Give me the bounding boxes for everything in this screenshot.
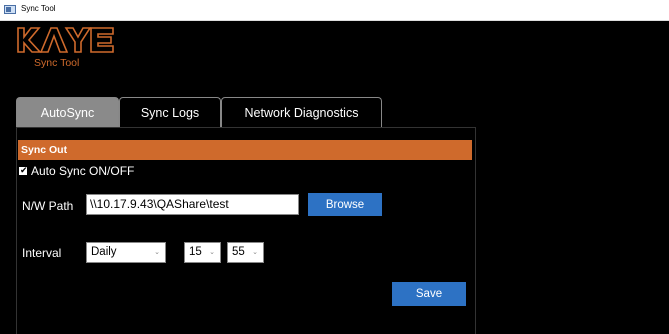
interval-hour-select[interactable]: 15 ⌄ [184, 242, 221, 263]
chevron-down-icon: ⌄ [209, 249, 215, 256]
chevron-down-icon: ⌄ [252, 249, 258, 256]
minute-value: 55 [232, 246, 245, 258]
hour-value: 15 [189, 246, 202, 258]
save-button[interactable]: Save [392, 282, 466, 306]
tab-label: Sync Logs [140, 105, 200, 120]
tab-label: Network Diagnostics [244, 105, 359, 120]
tab-network-diagnostics[interactable]: Network Diagnostics [221, 97, 382, 127]
app-window-icon [4, 5, 16, 14]
network-path-input[interactable]: \\10.17.9.43\QAShare\test [86, 194, 299, 215]
sync-out-header: Sync Out [18, 140, 472, 160]
frequency-value: Daily [91, 246, 117, 258]
check-icon: ✔ [20, 166, 28, 176]
tab-autosync[interactable]: AutoSync [16, 97, 119, 127]
interval-frequency-select[interactable]: Daily ⌄ [86, 242, 166, 263]
chevron-down-icon: ⌄ [154, 249, 160, 256]
save-label: Save [415, 288, 443, 300]
interval-label: Interval [22, 246, 62, 260]
interval-minute-select[interactable]: 55 ⌄ [227, 242, 264, 263]
auto-sync-checkbox[interactable]: ✔ [19, 166, 28, 176]
window-titlebar: Sync Tool [0, 0, 669, 21]
window-title: Sync Tool [21, 4, 56, 13]
tab-sync-logs[interactable]: Sync Logs [119, 97, 221, 127]
path-label: N/W Path [22, 199, 74, 213]
tab-label: AutoSync [40, 105, 95, 120]
auto-sync-label[interactable]: Auto Sync ON/OFF [31, 164, 134, 178]
logo-subtitle: Sync Tool [34, 57, 80, 69]
browse-label: Browse [325, 198, 365, 211]
browse-button[interactable]: Browse [308, 193, 382, 216]
